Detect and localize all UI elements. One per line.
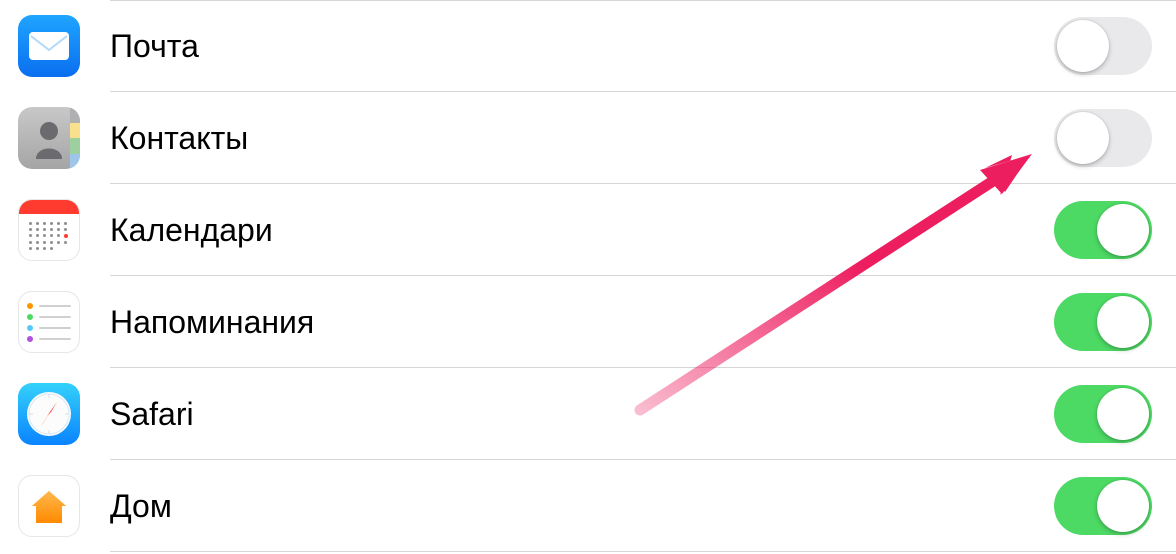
row-contacts-label: Контакты — [110, 120, 1054, 157]
row-mail: Почта — [0, 0, 1176, 92]
row-home: Дом — [0, 460, 1176, 552]
row-home-label: Дом — [110, 488, 1054, 525]
contacts-icon — [18, 107, 80, 169]
mail-icon — [18, 15, 80, 77]
toggle-contacts[interactable] — [1054, 109, 1152, 167]
reminders-icon — [18, 291, 80, 353]
safari-icon — [18, 383, 80, 445]
toggle-home[interactable] — [1054, 477, 1152, 535]
row-mail-label: Почта — [110, 28, 1054, 65]
row-calendars: Календари — [0, 184, 1176, 276]
toggle-calendars[interactable] — [1054, 201, 1152, 259]
row-contacts: Контакты — [0, 92, 1176, 184]
toggle-safari[interactable] — [1054, 385, 1152, 443]
row-safari: Safari — [0, 368, 1176, 460]
row-calendars-label: Календари — [110, 212, 1054, 249]
row-safari-label: Safari — [110, 396, 1054, 433]
settings-list: Почта Контакты — [0, 0, 1176, 552]
toggle-mail[interactable] — [1054, 17, 1152, 75]
home-icon — [18, 475, 80, 537]
toggle-reminders[interactable] — [1054, 293, 1152, 351]
row-reminders: Напоминания — [0, 276, 1176, 368]
calendar-icon — [18, 199, 80, 261]
row-reminders-label: Напоминания — [110, 304, 1054, 341]
